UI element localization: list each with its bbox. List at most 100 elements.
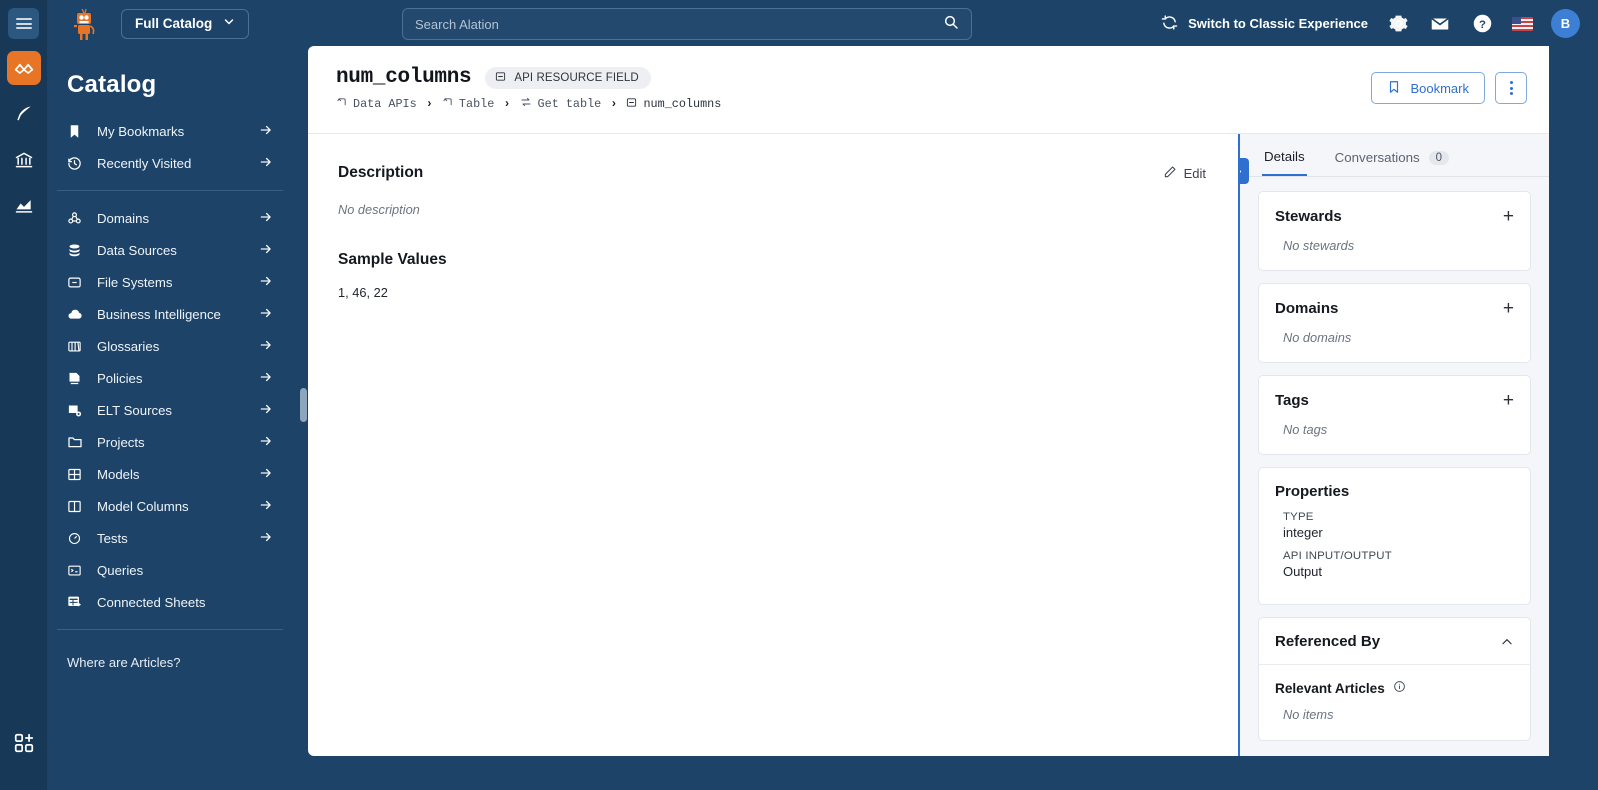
rail-item-governance[interactable] [7,143,41,177]
arrow-right-icon [259,123,273,140]
breadcrumb-item-num-columns: num_columns [626,97,721,112]
breadcrumb-item-data-apis[interactable]: Data APIs [336,97,417,112]
properties-card-body: TYPE integer API INPUT/OUTPUT Output [1259,511,1530,604]
sidebar-item-label: Policies [97,370,143,386]
arrow-right-icon [259,466,273,483]
sidebar-item-domains[interactable]: Domains [57,202,283,234]
add-steward-plus-icon[interactable]: + [1503,207,1514,226]
header-actions: Bookmark [1371,72,1527,104]
chevron-up-icon[interactable] [1500,635,1514,649]
stewards-title: Stewards [1275,208,1342,225]
entity-title: num_columns [336,66,472,89]
info-circle-icon[interactable] [1393,680,1406,696]
envelope-icon[interactable] [1428,12,1452,36]
edit-description-button[interactable]: Edit [1163,165,1206,182]
sidebar-item-label: Glossaries [97,338,160,354]
sidebar-item-business-intelligence[interactable]: Business Intelligence [57,298,283,330]
tab-count-badge: 0 [1428,150,1450,165]
properties-card-header: Properties [1259,468,1530,511]
rail-item-analytics[interactable] [6,51,41,85]
rail-item-add-app[interactable] [7,726,41,760]
sidebar-item-tests[interactable]: Tests [57,522,283,554]
sidebar-resize-handle[interactable] [300,388,307,422]
breadcrumb-separator: › [425,97,433,111]
tags-card-body: No tags [1259,421,1530,454]
rail-item-curation[interactable] [7,97,41,131]
bookmark-button[interactable]: Bookmark [1371,72,1485,104]
sidebar-item-elt-sources[interactable]: ELT Sources [57,394,283,426]
chevron-right-icon[interactable] [1240,158,1249,184]
search-input[interactable] [415,16,943,32]
elt-icon [67,403,87,418]
add-tag-plus-icon[interactable]: + [1503,391,1514,410]
sidebar-item-recently-visited[interactable]: Recently Visited [57,147,283,179]
arrow-right-icon [259,498,273,515]
sidebar-item-models[interactable]: Models [57,458,283,490]
kebab-dot [1509,92,1513,95]
sidebar-item-projects[interactable]: Projects [57,426,283,458]
main-content-card: num_columns API RESOURCE FIELD Data APIs… [308,46,1549,756]
rail-item-insights[interactable] [7,189,41,223]
switch-to-classic-button[interactable]: Switch to Classic Experience [1161,14,1368,34]
breadcrumb-item-table[interactable]: Table [442,97,494,112]
sheets-icon [67,594,87,610]
breadcrumb-label: num_columns [643,97,722,111]
edit-label: Edit [1183,165,1206,181]
arrow-right-icon [259,402,273,419]
add-domain-plus-icon[interactable]: + [1503,299,1514,318]
sidebar-item-connected-sheets[interactable]: Connected Sheets [57,586,283,618]
main-body: Description Edit No description Sample V… [308,134,1549,756]
columns-icon [67,499,87,514]
relevant-articles-body: No items [1259,696,1530,740]
endpoint-icon [520,96,532,112]
sidebar-item-my-bookmarks[interactable]: My Bookmarks [57,115,283,147]
global-search[interactable] [402,8,972,40]
more-vertical-icon[interactable] [1495,72,1527,104]
properties-title: Properties [1275,483,1350,500]
breadcrumb-label: Data APIs [353,97,417,111]
sidebar-item-queries[interactable]: Queries [57,554,283,586]
domains-icon [67,211,87,226]
left-icon-rail [0,0,47,790]
tab-label: Conversations [1334,150,1420,165]
referenced-by-card: Referenced By Relevant Articles No items [1258,617,1531,741]
catalog-scope-label: Full Catalog [135,16,213,31]
arrow-right-icon [259,338,273,355]
question-circle-icon[interactable]: ? [1470,12,1494,36]
arrow-right-icon [259,370,273,387]
breadcrumb-item-get-table[interactable]: Get table [520,96,601,112]
arrow-right-icon [259,155,273,172]
avatar[interactable]: B [1551,9,1580,38]
search-icon[interactable] [943,14,959,35]
sidebar-divider [57,190,283,191]
hamburger-menu-icon[interactable] [8,8,39,39]
books-icon [67,339,87,354]
property-row-type: TYPE integer [1283,511,1514,540]
status-badge-label: API RESOURCE FIELD [514,71,639,84]
tab-details[interactable]: Details [1262,142,1307,176]
sidebar-item-glossaries[interactable]: Glossaries [57,330,283,362]
referenced-by-card-header[interactable]: Referenced By [1259,618,1530,665]
bookmark-icon [67,124,87,139]
policy-icon [67,371,87,386]
sidebar-item-model-columns[interactable]: Model Columns [57,490,283,522]
sidebar-item-policies[interactable]: Policies [57,362,283,394]
properties-card: Properties TYPE integer API INPUT/OUTPUT… [1258,467,1531,605]
property-row-api-io: API INPUT/OUTPUT Output [1283,550,1514,579]
relevant-articles-header: Relevant Articles [1259,665,1530,696]
api-icon [336,97,347,112]
bank-governance-icon [14,150,34,170]
sidebar-item-label: Projects [97,434,145,450]
sidebar-item-data-sources[interactable]: Data Sources [57,234,283,266]
us-flag-icon[interactable] [1512,16,1533,31]
sidebar-item-file-systems[interactable]: File Systems [57,266,283,298]
tab-conversations[interactable]: Conversations 0 [1333,142,1451,176]
where-are-articles-link[interactable]: Where are Articles? [47,641,293,670]
gear-icon[interactable] [1386,12,1410,36]
kebab-dot [1509,86,1513,90]
catalog-scope-selector[interactable]: Full Catalog [121,8,250,39]
breadcrumb: Data APIs › Table › Get table › num_colu… [308,89,1549,112]
pen-feather-icon [14,104,34,124]
switch-to-classic-label: Switch to Classic Experience [1188,16,1368,31]
alation-robot-logo[interactable] [69,7,99,41]
